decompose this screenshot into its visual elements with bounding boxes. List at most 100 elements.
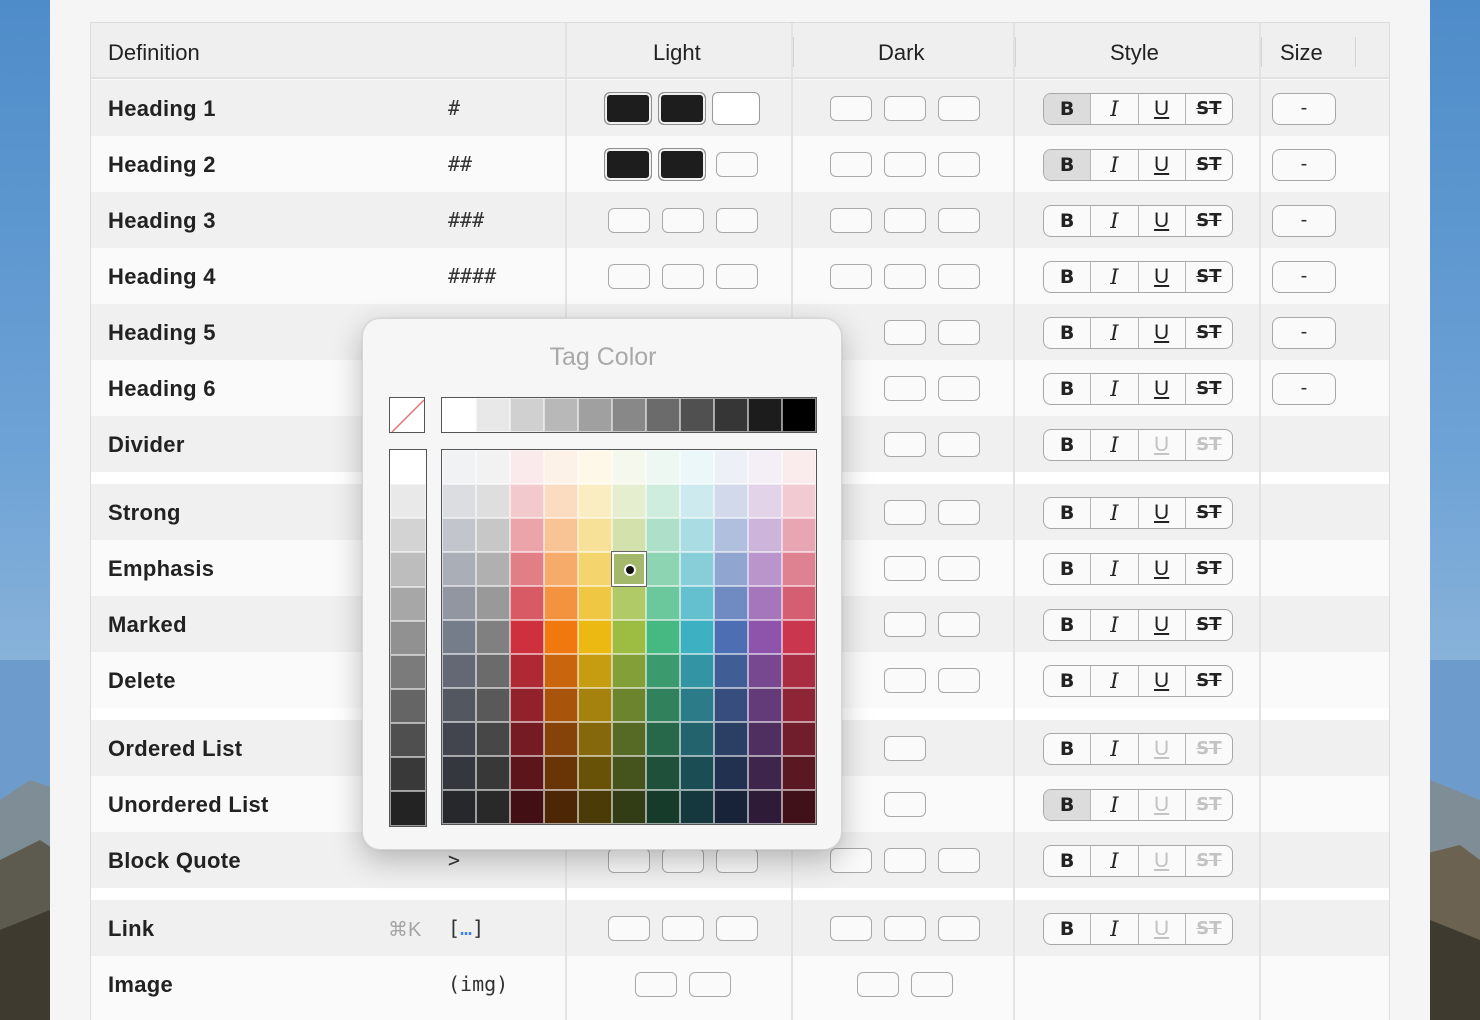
color-swatch[interactable] [748, 586, 782, 620]
light-color-swatch[interactable] [716, 152, 758, 177]
italic-toggle-button[interactable]: I [1091, 318, 1139, 348]
gray-ramp-swatch[interactable] [390, 654, 426, 689]
color-swatch[interactable] [578, 790, 612, 824]
color-swatch[interactable] [476, 450, 510, 484]
bold-toggle-button[interactable]: B [1044, 846, 1092, 876]
underline-toggle-button[interactable]: U [1139, 150, 1186, 180]
color-swatch[interactable] [680, 756, 714, 790]
dark-color-swatch[interactable] [884, 152, 926, 177]
light-color-swatch[interactable] [662, 208, 704, 233]
color-swatch[interactable] [748, 790, 782, 824]
italic-toggle-button[interactable]: I [1091, 206, 1139, 236]
light-color-swatch[interactable] [608, 264, 650, 289]
table-row[interactable]: Heading 3 ### B I U ST - [91, 192, 1389, 248]
dark-color-swatch[interactable] [938, 208, 980, 233]
gray-swatch[interactable] [578, 398, 612, 432]
color-swatch[interactable] [442, 484, 476, 518]
light-color-swatch[interactable] [662, 848, 704, 873]
strike-toggle-button[interactable]: ST [1186, 206, 1232, 236]
color-swatch[interactable] [612, 620, 646, 654]
dark-color-swatch[interactable] [938, 668, 980, 693]
italic-toggle-button[interactable]: I [1091, 666, 1139, 696]
color-swatch[interactable] [578, 688, 612, 722]
gray-ramp-swatch[interactable] [390, 723, 426, 758]
dark-color-swatch[interactable] [884, 432, 926, 457]
gray-swatch[interactable] [612, 398, 646, 432]
color-swatch[interactable] [680, 450, 714, 484]
dark-color-swatch[interactable] [911, 972, 953, 997]
bold-toggle-button[interactable]: B [1044, 430, 1092, 460]
color-swatch[interactable] [748, 484, 782, 518]
gray-swatch[interactable] [748, 398, 782, 432]
strike-toggle-button[interactable]: ST [1186, 150, 1232, 180]
color-swatch[interactable] [714, 620, 748, 654]
dark-color-swatch[interactable] [884, 916, 926, 941]
light-color-swatch[interactable] [658, 92, 706, 125]
color-swatch[interactable] [544, 450, 578, 484]
gray-ramp-swatch[interactable] [390, 586, 426, 621]
underline-toggle-button[interactable]: U [1139, 430, 1186, 460]
bold-toggle-button[interactable]: B [1044, 734, 1092, 764]
dark-color-swatch[interactable] [938, 432, 980, 457]
color-swatch[interactable] [646, 450, 680, 484]
light-color-swatch[interactable] [604, 148, 652, 181]
color-swatch[interactable] [612, 722, 646, 756]
color-swatch[interactable] [510, 484, 544, 518]
bold-toggle-button[interactable]: B [1044, 610, 1092, 640]
bold-toggle-button[interactable]: B [1044, 262, 1092, 292]
dark-color-swatch[interactable] [938, 264, 980, 289]
color-swatch[interactable] [544, 722, 578, 756]
bold-toggle-button[interactable]: B [1044, 554, 1092, 584]
color-swatch[interactable] [510, 756, 544, 790]
color-swatch[interactable] [748, 518, 782, 552]
color-swatch[interactable] [612, 654, 646, 688]
color-swatch[interactable] [748, 552, 782, 586]
color-swatch[interactable] [714, 518, 748, 552]
strike-toggle-button[interactable]: ST [1186, 846, 1232, 876]
light-color-swatch[interactable] [635, 972, 677, 997]
color-swatch[interactable] [442, 620, 476, 654]
dark-color-swatch[interactable] [938, 376, 980, 401]
light-color-swatch[interactable] [716, 848, 758, 873]
underline-toggle-button[interactable]: U [1139, 94, 1186, 124]
color-swatch[interactable] [578, 552, 612, 586]
color-swatch[interactable] [782, 790, 816, 824]
underline-toggle-button[interactable]: U [1139, 734, 1186, 764]
italic-toggle-button[interactable]: I [1091, 734, 1139, 764]
gray-swatch[interactable] [476, 398, 510, 432]
color-swatch[interactable] [510, 790, 544, 824]
color-swatch[interactable] [646, 722, 680, 756]
underline-toggle-button[interactable]: U [1139, 374, 1186, 404]
dark-color-swatch[interactable] [938, 916, 980, 941]
color-swatch[interactable] [442, 552, 476, 586]
color-swatch[interactable] [510, 518, 544, 552]
underline-toggle-button[interactable]: U [1139, 498, 1186, 528]
color-swatch[interactable] [680, 688, 714, 722]
color-swatch[interactable] [544, 518, 578, 552]
color-swatch[interactable] [680, 518, 714, 552]
color-swatch[interactable] [714, 484, 748, 518]
color-swatch[interactable] [680, 552, 714, 586]
font-size-button[interactable]: - [1272, 205, 1336, 237]
dark-color-swatch[interactable] [884, 668, 926, 693]
color-swatch[interactable] [646, 654, 680, 688]
color-swatch[interactable] [476, 620, 510, 654]
dark-color-swatch[interactable] [884, 500, 926, 525]
dark-color-swatch[interactable] [884, 792, 926, 817]
table-row[interactable]: Image (img) [91, 956, 1389, 1012]
strike-toggle-button[interactable]: ST [1186, 790, 1232, 820]
dark-color-swatch[interactable] [884, 556, 926, 581]
color-swatch[interactable] [646, 518, 680, 552]
strike-toggle-button[interactable]: ST [1186, 318, 1232, 348]
gray-swatch[interactable] [646, 398, 680, 432]
italic-toggle-button[interactable]: I [1091, 498, 1139, 528]
color-swatch[interactable] [476, 722, 510, 756]
color-swatch[interactable] [714, 688, 748, 722]
color-swatch[interactable] [680, 790, 714, 824]
color-swatch[interactable] [714, 722, 748, 756]
color-swatch[interactable] [714, 552, 748, 586]
light-color-swatch[interactable] [689, 972, 731, 997]
color-swatch[interactable] [510, 586, 544, 620]
color-swatch[interactable] [782, 722, 816, 756]
gray-ramp-swatch[interactable] [390, 620, 426, 655]
